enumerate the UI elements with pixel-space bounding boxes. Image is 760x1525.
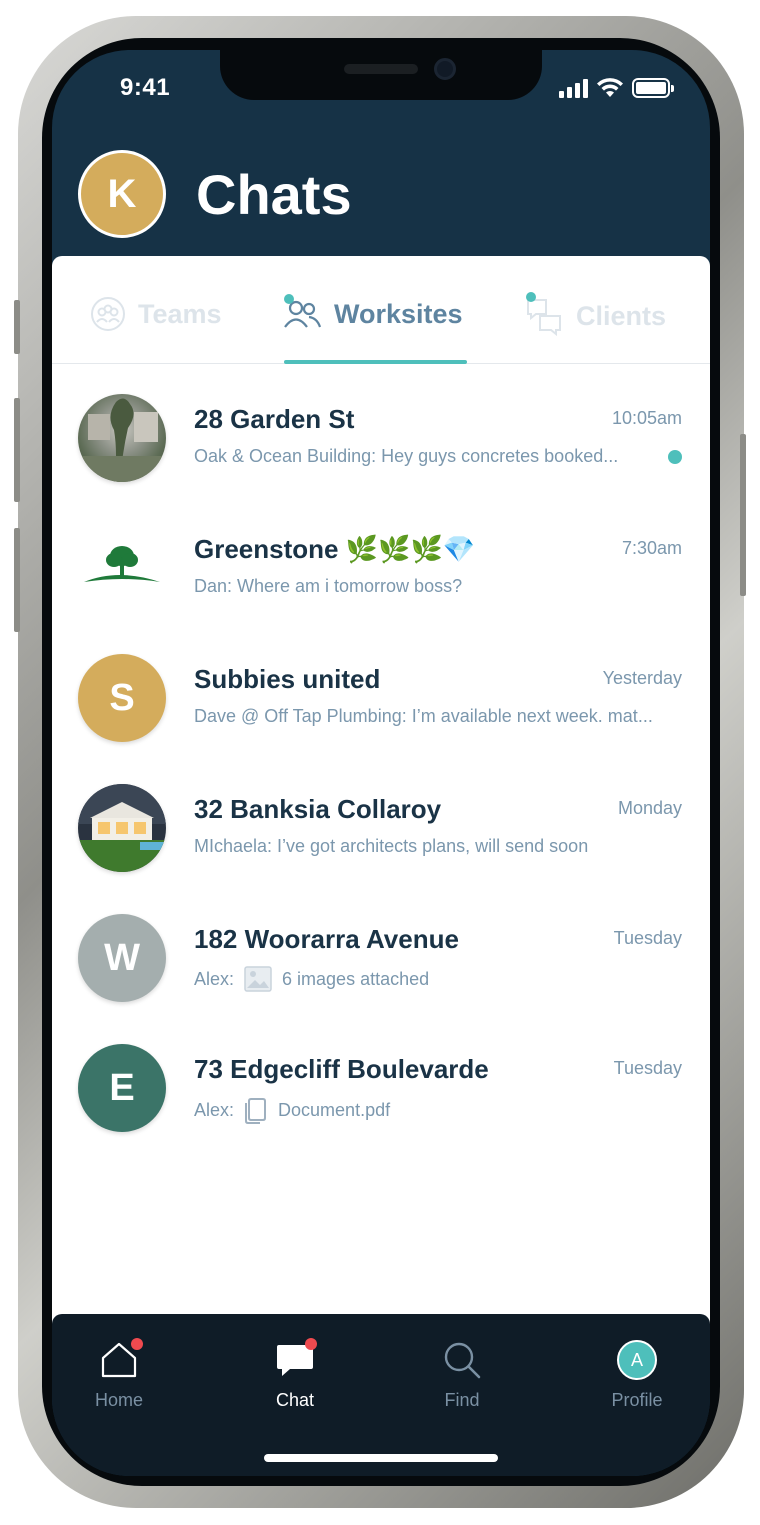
house-photo-icon [78, 784, 166, 872]
chat-item-subbies-united[interactable]: S Subbies united Yesterday Dave @ Off Ta… [52, 646, 710, 776]
chat-preview-text: MIchaela: I’ve got architects plans, wil… [194, 836, 589, 856]
nav-find[interactable]: Find [397, 1340, 527, 1411]
chat-title: Greenstone 🌿🌿🌿💎 [194, 534, 476, 564]
speaker [344, 64, 418, 74]
wifi-icon [597, 78, 623, 97]
chat-avatar-initial: E [78, 1044, 166, 1132]
tab-clients[interactable]: Clients [524, 292, 667, 337]
header: K Chats [52, 146, 710, 256]
chat-preview: Oak & Ocean Building: Hey guys concretes… [194, 446, 660, 467]
notification-badge [305, 1338, 317, 1350]
chat-avatar-logo [78, 524, 166, 612]
battery-icon [632, 78, 674, 98]
chat-avatar-initial: W [78, 914, 166, 1002]
chat-title: 28 Garden St [194, 404, 355, 434]
chat-item-28-garden-st[interactable]: 28 Garden St 10:05am Oak & Ocean Buildin… [52, 386, 710, 516]
chat-preview-text: Dave @ Off Tap Plumbing: I’m available n… [194, 706, 653, 726]
page-title: Chats [196, 163, 352, 226]
bottom-nav: Home Chat Find A Profile [52, 1314, 710, 1476]
nav-label: Chat [275, 1390, 315, 1410]
notification-badge [131, 1338, 143, 1350]
chat-title: 32 Banksia Collaroy [194, 794, 442, 824]
chat-preview: Dave @ Off Tap Plumbing: I’m available n… [194, 706, 684, 727]
chat-time: Yesterday [602, 668, 682, 688]
image-icon [244, 966, 272, 992]
notch [220, 50, 542, 100]
unread-dot [668, 450, 682, 464]
tab-label: Teams [138, 298, 222, 329]
chat-item-73-edgecliff-boulevarde[interactable]: E 73 Edgecliff Boulevarde Tuesday Alex: … [52, 1036, 710, 1166]
signal-icon [559, 78, 588, 98]
tab-label: Clients [576, 300, 667, 331]
chat-panel: Teams Worksites Clients 28 Garden St 10:… [52, 256, 710, 1454]
nav-profile[interactable]: A Profile [572, 1340, 702, 1411]
user-avatar[interactable]: K [78, 150, 166, 238]
tab-unread-dot [284, 294, 294, 304]
front-camera [434, 58, 456, 80]
chat-title: 182 Woorarra Avenue [194, 924, 459, 954]
phone-power-button [740, 434, 746, 596]
team-icon [91, 297, 125, 331]
chat-avatar-photo [78, 394, 166, 482]
home-indicator [264, 1454, 498, 1462]
tab-bar: Teams Worksites Clients [52, 256, 710, 364]
chat-preview-sender: Alex: [194, 968, 235, 989]
phone-volume-up [14, 398, 20, 502]
nav-home[interactable]: Home [54, 1338, 184, 1411]
tab-worksites[interactable]: Worksites [282, 294, 463, 332]
chat-preview-sender: Alex: [194, 1099, 235, 1120]
nav-chat[interactable]: Chat [230, 1338, 360, 1411]
chat-preview-text: Dan: Where am i tomorrow boss? [194, 576, 463, 596]
status-bar: 9:41 [52, 50, 710, 126]
search-icon [444, 1342, 481, 1379]
chat-title: Subbies united [194, 664, 381, 694]
screen: 9:41 K Chats Teams Worksites Clients 28 … [52, 50, 710, 1476]
chat-bubbles-icon [527, 299, 561, 337]
status-icons [559, 78, 674, 98]
chat-time: Tuesday [613, 928, 682, 948]
chat-avatar-initial: S [78, 654, 166, 742]
chat-preview: Dan: Where am i tomorrow boss? [194, 576, 684, 597]
tree-logo-icon [84, 546, 160, 582]
chat-preview: Alex: 6 images attached [194, 966, 684, 992]
chat-item-32-banksia-collaroy[interactable]: 32 Banksia Collaroy Monday MIchaela: I’v… [52, 776, 710, 906]
document-icon [245, 1098, 267, 1124]
chat-title: 73 Edgecliff Boulevarde [194, 1054, 489, 1084]
tab-teams[interactable]: Teams [90, 296, 222, 332]
tab-label: Worksites [334, 298, 463, 329]
chat-preview: Alex: Document.pdf [194, 1096, 684, 1124]
chat-preview: MIchaela: I’ve got architects plans, wil… [194, 836, 684, 857]
chat-preview-text: Oak & Ocean Building: Hey guys concretes… [194, 446, 619, 466]
chat-time: Tuesday [613, 1058, 682, 1078]
active-tab-indicator [284, 360, 467, 364]
chat-avatar-photo [78, 784, 166, 872]
garden-photo-icon [78, 398, 166, 482]
chat-preview-attachment: Document.pdf [278, 1099, 391, 1120]
chat-item-greenstone[interactable]: Greenstone 🌿🌿🌿💎 7:30am Dan: Where am i t… [52, 516, 710, 646]
nav-label: Home [94, 1390, 143, 1410]
status-time: 9:41 [120, 74, 171, 101]
profile-avatar: A [617, 1340, 657, 1380]
chat-time: 7:30am [621, 538, 682, 558]
nav-label: Find [444, 1390, 480, 1410]
phone-volume-down [14, 528, 20, 632]
chat-preview-attachment: 6 images attached [282, 968, 430, 989]
chat-time: Monday [617, 798, 682, 818]
tab-unread-dot [526, 292, 536, 302]
chat-time: 10:05am [611, 408, 682, 428]
nav-label: Profile [611, 1390, 663, 1410]
phone-mute-switch [14, 300, 20, 354]
chat-item-182-woorarra-avenue[interactable]: W 182 Woorarra Avenue Tuesday Alex: 6 im… [52, 906, 710, 1036]
